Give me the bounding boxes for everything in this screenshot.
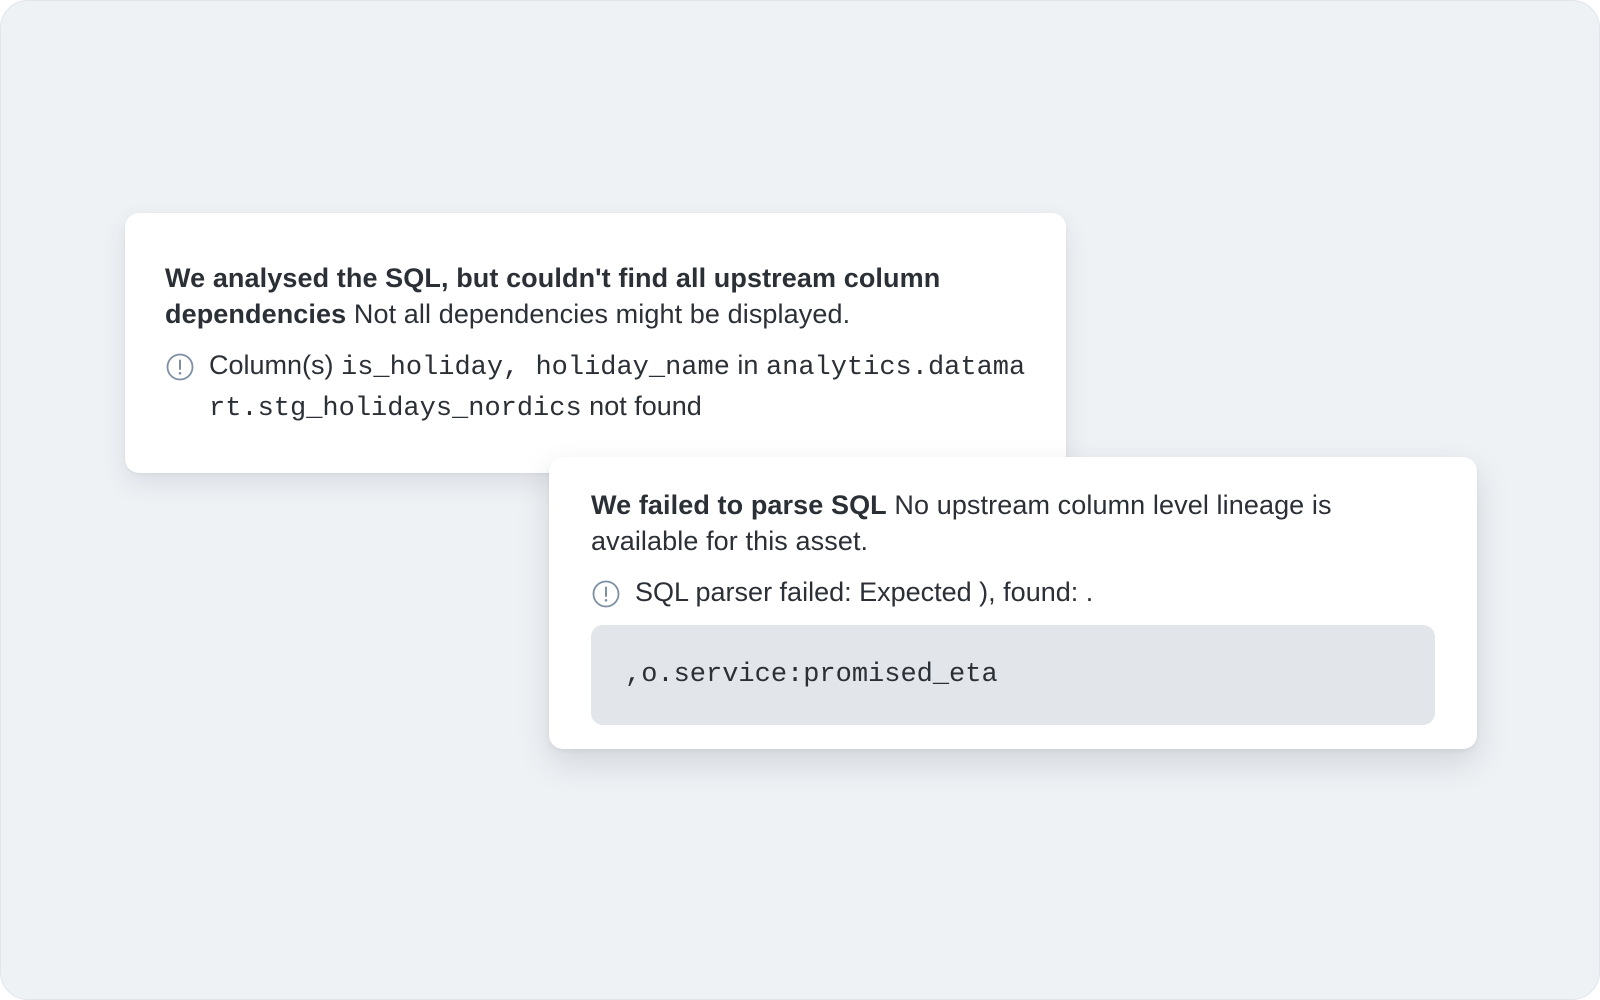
missing-columns-message: Column(s) is_holiday, holiday_name in an… [165,346,1026,428]
warning-headline: We analysed the SQL, but couldn't find a… [165,260,1026,332]
warning-headline-description: Not all dependencies might be displayed. [346,299,851,329]
error-headline: We failed to parse SQL No upstream colum… [591,487,1435,559]
info-circle-icon [166,353,194,381]
info-circle-icon [592,580,620,608]
error-headline-title: We failed to parse SQL [591,490,887,520]
partial-lineage-warning-card: We analysed the SQL, but couldn't find a… [125,213,1066,473]
missing-columns-text: Column(s) is_holiday, holiday_name in an… [209,346,1026,428]
parser-error-message: SQL parser failed: Expected ), found: . [591,573,1435,611]
sql-code-snippet: ,o.service:promised_eta [591,625,1435,725]
canvas-background: We analysed the SQL, but couldn't find a… [0,0,1600,1000]
sql-parse-error-card: We failed to parse SQL No upstream colum… [549,457,1477,749]
missing-columns-suffix: not found [581,391,702,421]
missing-columns-middle: in [729,350,766,380]
missing-columns-prefix: Column(s) [209,350,342,380]
parser-error-text: SQL parser failed: Expected ), found: . [635,577,1094,607]
missing-column-names: is_holiday, holiday_name [341,353,730,383]
